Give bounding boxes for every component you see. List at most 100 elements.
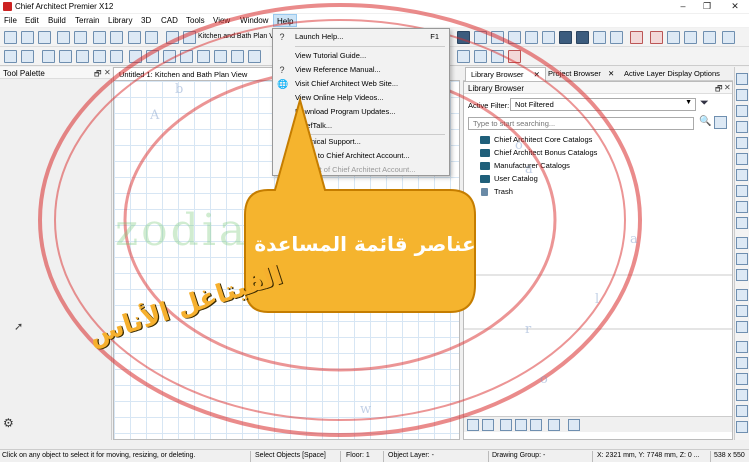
tree-item-bonus-catalogs[interactable]: Chief Architect Bonus Catalogs	[480, 146, 597, 159]
appliance-tool-icon[interactable]	[197, 50, 210, 63]
close-icon[interactable]: ✕	[534, 70, 540, 79]
rotate-icon[interactable]	[736, 341, 748, 353]
help-icon[interactable]	[145, 31, 158, 44]
detail-view-icon[interactable]	[515, 419, 527, 431]
new-layout-icon[interactable]	[21, 31, 34, 44]
menu-item-tutorial-guide[interactable]: View Tutorial Guide...	[273, 49, 449, 63]
material-icon[interactable]	[542, 31, 555, 44]
eraser-icon[interactable]	[610, 31, 623, 44]
layout-icon[interactable]	[630, 31, 643, 44]
camera-icon[interactable]	[457, 31, 470, 44]
tab-project-browser[interactable]: Project Browser ✕	[543, 67, 619, 81]
cad-box-icon[interactable]	[508, 50, 521, 63]
report-icon[interactable]	[650, 31, 663, 44]
object-snap-icon[interactable]	[736, 405, 748, 417]
select-objects-icon[interactable]	[4, 50, 17, 63]
elevation-icon[interactable]	[491, 31, 504, 44]
menu-item-launch-help[interactable]: ? Launch Help... F1	[273, 30, 449, 44]
open-icon[interactable]	[38, 31, 51, 44]
dimension-icon[interactable]	[736, 321, 748, 333]
cad-arc-icon[interactable]	[491, 50, 504, 63]
close-icon[interactable]: ✕	[608, 69, 614, 78]
menu-item-help-videos[interactable]: View Online Help Videos...	[273, 91, 449, 105]
library-search-input[interactable]	[468, 117, 694, 130]
rotate-icon[interactable]	[525, 31, 538, 44]
edit-area-icon[interactable]	[21, 50, 34, 63]
search-icon[interactable]: 🔍	[699, 116, 711, 127]
menu-edit[interactable]: Edit	[22, 14, 42, 27]
view-preset-icon[interactable]	[166, 31, 179, 44]
electrical-tool-icon[interactable]	[231, 50, 244, 63]
menu-cad[interactable]: CAD	[158, 14, 181, 27]
tree-item-trash[interactable]: Trash	[480, 185, 513, 198]
zoom-in-icon[interactable]	[736, 137, 748, 149]
3d-view-icon[interactable]	[128, 31, 141, 44]
walkthrough-icon[interactable]	[474, 31, 487, 44]
zoom-extents-icon[interactable]	[736, 185, 748, 197]
pan-icon[interactable]	[736, 201, 748, 213]
panel-splitter[interactable]	[464, 328, 732, 330]
pin-icon[interactable]: 🗗	[715, 83, 723, 97]
menu-item-technical-support[interactable]: Technical Support...	[273, 135, 449, 149]
layout-icon[interactable]	[736, 89, 748, 101]
window-tool-icon[interactable]	[93, 50, 106, 63]
menu-item-log-in[interactable]: Log In to Chief Architect Account...	[273, 149, 449, 163]
menu-item-visit-website[interactable]: 🌐 Visit Chief Architect Web Site...	[273, 77, 449, 91]
preview-view-icon[interactable]	[530, 419, 542, 431]
pin-icon[interactable]: 🗗	[94, 68, 102, 82]
floor-up-icon[interactable]	[736, 237, 748, 249]
menu-file[interactable]: File	[1, 14, 20, 27]
new-plan-icon[interactable]	[4, 31, 17, 44]
display-options-icon[interactable]	[736, 289, 748, 301]
roof-tool-icon[interactable]	[129, 50, 142, 63]
undo-icon[interactable]	[93, 31, 106, 44]
zoom-out-icon[interactable]	[736, 153, 748, 165]
layer-icon[interactable]	[684, 31, 697, 44]
eyedropper-icon[interactable]	[559, 31, 572, 44]
close-icon[interactable]: ✕	[724, 83, 731, 92]
furniture-tool-icon[interactable]	[214, 50, 227, 63]
add-to-library-icon[interactable]	[568, 419, 580, 431]
menu-item-program-updates[interactable]: Download Program Updates...	[273, 105, 449, 119]
tab-library-browser[interactable]: Library Browser ✕	[465, 67, 546, 81]
panel-splitter[interactable]	[464, 274, 732, 276]
minimize-button[interactable]: –	[671, 0, 695, 13]
snap-icon[interactable]	[736, 357, 748, 369]
tree-item-core-catalogs[interactable]: Chief Architect Core Catalogs	[480, 133, 592, 146]
image-icon[interactable]	[667, 31, 680, 44]
menu-help[interactable]: Help	[273, 14, 298, 27]
window-tile-icon[interactable]	[703, 31, 716, 44]
print-icon[interactable]	[74, 31, 87, 44]
wall-tool-icon[interactable]	[42, 50, 55, 63]
framing-tool-icon[interactable]	[146, 50, 159, 63]
door-tool-icon[interactable]	[76, 50, 89, 63]
menu-library[interactable]: Library	[105, 14, 135, 27]
fill-window-icon[interactable]	[736, 169, 748, 181]
close-icon[interactable]: ✕	[104, 68, 111, 77]
stairs-tool-icon[interactable]	[110, 50, 123, 63]
search-options-icon[interactable]	[714, 116, 727, 129]
gear-icon[interactable]: ⚙	[3, 416, 14, 430]
menu-window[interactable]: Window	[237, 14, 271, 27]
redo-icon[interactable]	[110, 31, 123, 44]
filter-funnel-icon[interactable]: ⏷	[700, 97, 709, 110]
stack-icon[interactable]	[736, 105, 748, 117]
list-view-icon[interactable]	[500, 419, 512, 431]
dimension-tool-icon[interactable]	[248, 50, 261, 63]
menu-tools[interactable]: Tools	[183, 14, 208, 27]
floor-down-icon[interactable]	[736, 253, 748, 265]
menu-3d[interactable]: 3D	[138, 14, 154, 27]
cad-line-icon[interactable]	[457, 50, 470, 63]
menu-item-reference-manual[interactable]: ? View Reference Manual...	[273, 63, 449, 77]
angle-snap-icon[interactable]	[736, 373, 748, 385]
section-icon[interactable]	[508, 31, 521, 44]
bumping-icon[interactable]	[736, 421, 748, 433]
window-cascade-icon[interactable]	[722, 31, 735, 44]
menu-view[interactable]: View	[210, 14, 233, 27]
view-options-icon[interactable]	[548, 419, 560, 431]
cabinet-tool-icon[interactable]	[59, 50, 72, 63]
plan-icon[interactable]	[736, 73, 748, 85]
tab-active-layer-display[interactable]: Active Layer Display Options	[619, 67, 725, 81]
undo-zoom-icon[interactable]	[736, 217, 748, 229]
menu-terrain[interactable]: Terrain	[72, 14, 102, 27]
